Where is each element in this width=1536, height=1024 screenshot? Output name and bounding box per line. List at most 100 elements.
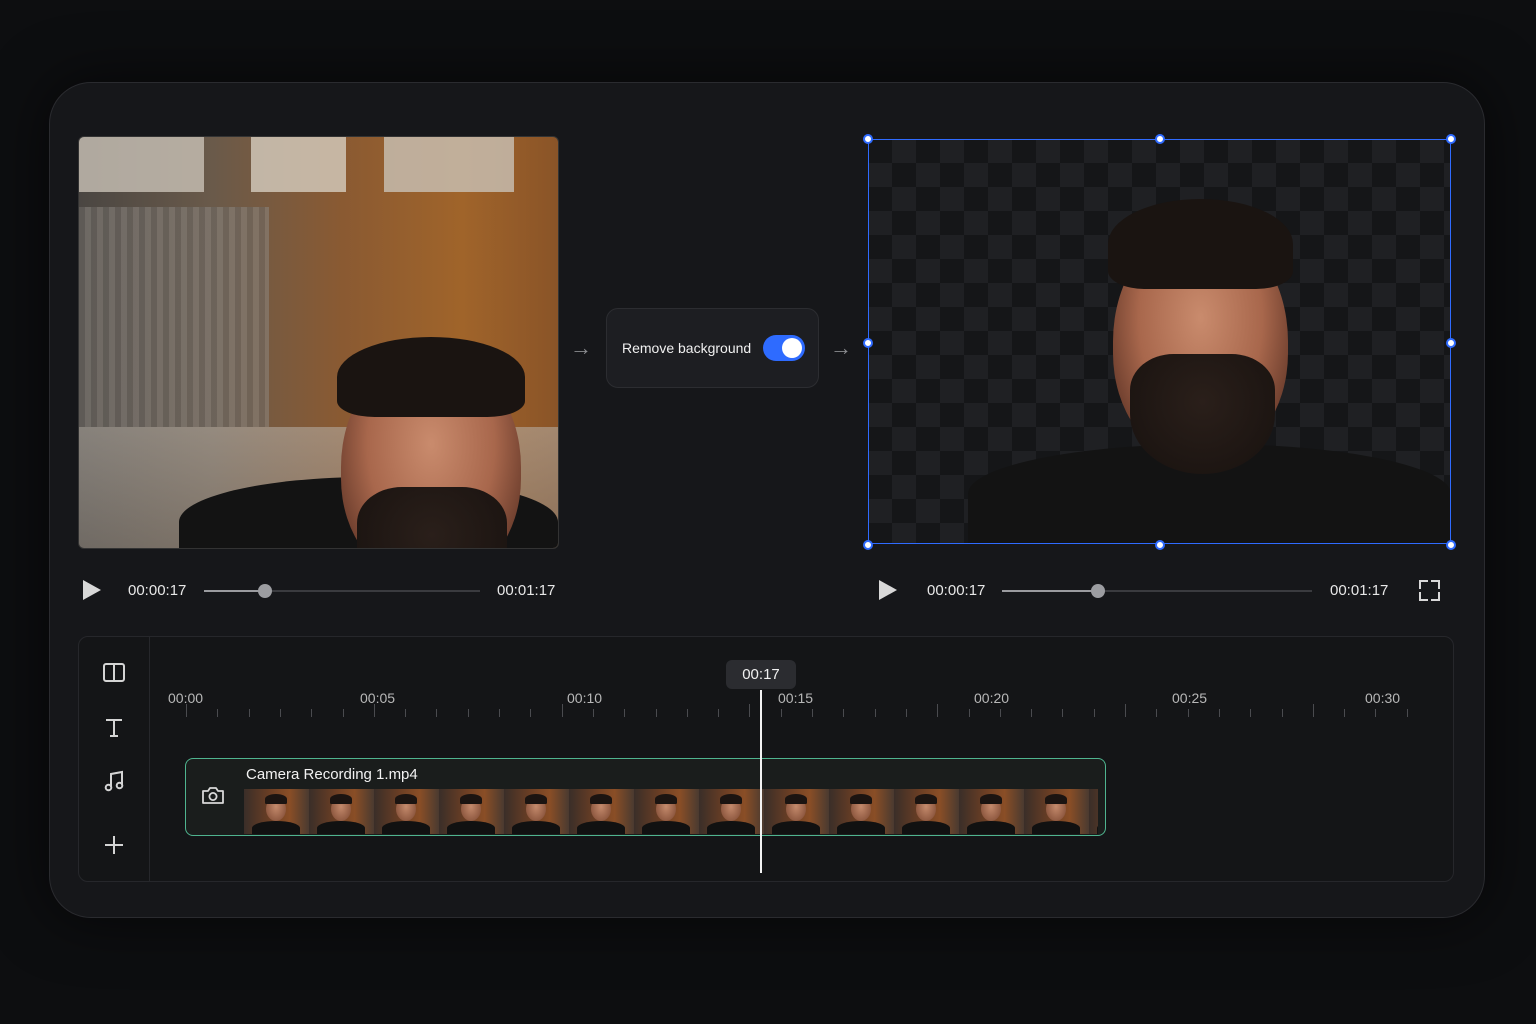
- clip-frame: [764, 789, 829, 834]
- ruler-tick: [718, 709, 719, 717]
- ruler-tick: [937, 704, 938, 717]
- resize-handle-bottom-left[interactable]: [863, 540, 873, 550]
- video-clip[interactable]: Camera Recording 1.mp4: [185, 758, 1106, 836]
- fullscreen-icon[interactable]: [1419, 580, 1440, 601]
- resize-handle-top[interactable]: [1155, 134, 1165, 144]
- ruler-tick: [781, 709, 782, 717]
- clip-frame: [374, 789, 439, 834]
- timeline-toolbar: [79, 637, 150, 881]
- ruler-tick: [217, 709, 218, 717]
- ruler-label: 00:05: [360, 690, 396, 706]
- person-beard: [357, 487, 507, 548]
- source-duration: 00:01:17: [497, 582, 556, 599]
- corner: [1419, 580, 1428, 589]
- ruler-tick: [436, 709, 437, 717]
- layout-icon[interactable]: [101, 662, 127, 688]
- text-icon[interactable]: [101, 715, 127, 741]
- ruler-label: 00:20: [974, 690, 1010, 706]
- clip-frame: [504, 789, 569, 834]
- ruler-tick: [468, 709, 469, 717]
- arrow-right-icon: →: [830, 335, 852, 360]
- ruler-tick: [249, 709, 250, 717]
- play-icon[interactable]: [879, 580, 897, 600]
- ruler-tick: [1062, 709, 1063, 717]
- ruler-tick: [562, 704, 563, 717]
- ruler-label: 00:30: [1365, 690, 1401, 706]
- ruler-tick: [624, 709, 625, 717]
- clip-frame: [309, 789, 374, 834]
- output-seek-bar[interactable]: [1002, 584, 1312, 598]
- remove-background-toggle[interactable]: [763, 335, 805, 361]
- ruler-tick: [186, 704, 187, 717]
- ruler-tick: [1313, 704, 1314, 717]
- ruler-tick: [906, 709, 907, 717]
- ruler-tick: [405, 709, 406, 717]
- ruler-tick: [875, 709, 876, 717]
- ruler-tick: [656, 709, 657, 717]
- clip-frame: [634, 789, 699, 834]
- ruler-tick: [812, 709, 813, 717]
- add-icon[interactable]: [101, 833, 127, 859]
- wall-picture: [251, 137, 346, 192]
- resize-handle-bottom-right[interactable]: [1446, 540, 1456, 550]
- ruler-tick: [499, 709, 500, 717]
- ruler-tick: [1156, 709, 1157, 717]
- source-seek-bar[interactable]: [204, 584, 480, 598]
- ruler-tick: [687, 709, 688, 717]
- playhead-time[interactable]: 00:17: [726, 660, 796, 689]
- clip-frame: [699, 789, 764, 834]
- ruler-tick: [749, 704, 750, 717]
- corner: [1431, 592, 1440, 601]
- playhead[interactable]: [760, 690, 762, 873]
- seek-thumb[interactable]: [1091, 584, 1106, 598]
- ruler-tick: [1188, 709, 1189, 717]
- seek-fill: [1002, 590, 1099, 592]
- camera-icon: [202, 787, 224, 804]
- selection-box[interactable]: [868, 139, 1451, 544]
- clip-frame: [1089, 789, 1098, 834]
- resize-handle-top-left[interactable]: [863, 134, 873, 144]
- clip-frame: [244, 789, 309, 834]
- ruler-label: 00:10: [567, 690, 603, 706]
- source-current-time: 00:00:17: [128, 582, 187, 599]
- corner: [1419, 592, 1428, 601]
- resize-handle-right[interactable]: [1446, 338, 1456, 348]
- toggle-knob: [782, 338, 802, 358]
- ruler-tick: [1219, 709, 1220, 717]
- clip-frame: [569, 789, 634, 834]
- seek-thumb[interactable]: [257, 584, 272, 598]
- remove-background-label: Remove background: [622, 340, 752, 356]
- play-icon[interactable]: [83, 580, 101, 600]
- ruler-label: 00:25: [1172, 690, 1208, 706]
- arrow-right-icon: →: [570, 335, 592, 360]
- resize-handle-top-right[interactable]: [1446, 134, 1456, 144]
- ruler-tick: [311, 709, 312, 717]
- seek-fill: [204, 590, 265, 592]
- ruler-tick: [1375, 709, 1376, 717]
- ruler-tick: [1000, 709, 1001, 717]
- clip-name: Camera Recording 1.mp4: [246, 766, 418, 783]
- ruler-tick: [374, 704, 375, 717]
- wall-picture: [384, 137, 514, 192]
- pegboard: [79, 207, 269, 427]
- source-video-preview[interactable]: [78, 136, 559, 549]
- clip-thumbnails: [244, 789, 1098, 834]
- music-icon[interactable]: [101, 769, 127, 795]
- ruler-tick: [843, 709, 844, 717]
- output-duration: 00:01:17: [1330, 582, 1389, 599]
- clip-frame: [1024, 789, 1089, 834]
- output-current-time: 00:00:17: [927, 582, 986, 599]
- ruler-tick: [1282, 709, 1283, 717]
- wall-picture: [79, 137, 204, 192]
- ruler-tick: [343, 709, 344, 717]
- clip-frame: [829, 789, 894, 834]
- ruler-tick: [1344, 709, 1345, 717]
- ruler-tick: [1407, 709, 1408, 717]
- resize-handle-left[interactable]: [863, 338, 873, 348]
- ruler-tick: [593, 709, 594, 717]
- ruler-tick: [1250, 709, 1251, 717]
- ruler-tick: [1094, 709, 1095, 717]
- clip-frame: [894, 789, 959, 834]
- resize-handle-bottom[interactable]: [1155, 540, 1165, 550]
- ruler-tick: [1125, 704, 1126, 717]
